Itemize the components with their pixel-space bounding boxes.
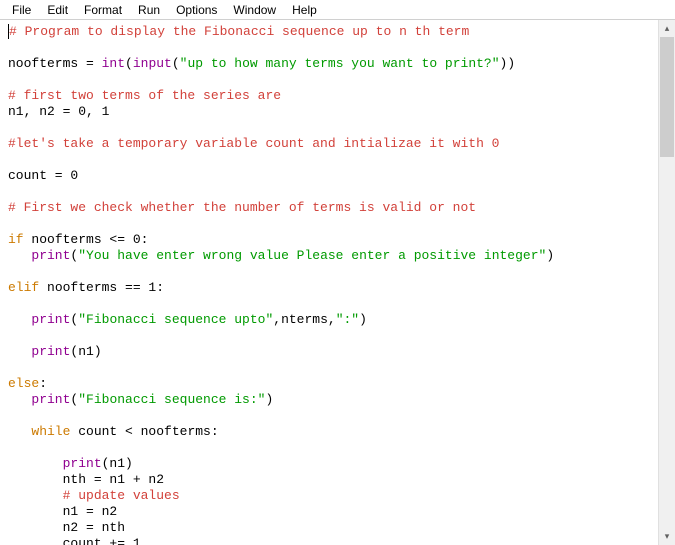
code-indent [8,472,63,487]
code-string: "Fibonacci sequence is:" [78,392,265,407]
code-text: ) [359,312,367,327]
code-text: ,nterms, [273,312,335,327]
menu-window[interactable]: Window [225,2,284,18]
code-text: n1, n2 = 0, 1 [8,104,109,119]
code-text: = [86,56,102,71]
code-indent [8,456,63,471]
code-indent [8,536,63,545]
code-builtin: print [31,312,70,327]
scroll-up-arrow-icon[interactable]: ▴ [659,20,675,37]
code-comment: # First we check whether the number of t… [8,200,476,215]
code-comment: #let's take a temporary variable count a… [8,136,499,151]
code-comment: # first two terms of the series are [8,88,281,103]
code-text: ) [546,248,554,263]
code-text: n1 = n2 [63,504,118,519]
code-builtin: input [133,56,172,71]
menu-format[interactable]: Format [76,2,130,18]
code-builtin: print [31,344,70,359]
menu-run[interactable]: Run [130,2,168,18]
code-indent [8,392,31,407]
code-comment: # update values [63,488,180,503]
code-text: count = 0 [8,168,78,183]
code-keyword: if [8,232,24,247]
code-string: "Fibonacci sequence upto" [78,312,273,327]
code-comment: # Program to display the Fibonacci seque… [9,24,469,39]
code-editor[interactable]: # Program to display the Fibonacci seque… [0,20,658,545]
code-text: noofterms [8,56,86,71]
code-builtin: print [63,456,102,471]
code-text: count += 1 [63,536,141,545]
code-indent [8,248,31,263]
code-text: ) [265,392,273,407]
code-keyword: else [8,376,39,391]
code-text: nth = n1 + n2 [63,472,164,487]
code-text: count < noofterms: [70,424,218,439]
code-text: )) [500,56,516,71]
menu-file[interactable]: File [4,2,39,18]
scroll-down-arrow-icon[interactable]: ▾ [659,528,675,545]
code-text: ( [125,56,133,71]
code-keyword: while [31,424,70,439]
menu-options[interactable]: Options [168,2,225,18]
code-text: n2 = nth [63,520,125,535]
menu-help[interactable]: Help [284,2,325,18]
code-builtin: int [102,56,125,71]
editor-area: # Program to display the Fibonacci seque… [0,20,675,545]
code-text: noofterms == 1: [39,280,164,295]
code-indent [8,344,31,359]
code-indent [8,520,63,535]
menubar: File Edit Format Run Options Window Help [0,0,675,20]
code-builtin: print [31,392,70,407]
code-text: ( [172,56,180,71]
code-string: "You have enter wrong value Please enter… [78,248,546,263]
menu-edit[interactable]: Edit [39,2,76,18]
code-string: "up to how many terms you want to print?… [180,56,500,71]
code-indent [8,504,63,519]
code-indent [8,312,31,327]
scroll-thumb[interactable] [660,37,674,157]
code-text: noofterms <= 0: [24,232,149,247]
code-text: : [39,376,47,391]
code-text: (n1) [102,456,133,471]
code-builtin: print [31,248,70,263]
code-string: ":" [336,312,359,327]
code-indent [8,488,63,503]
vertical-scrollbar[interactable]: ▴ ▾ [658,20,675,545]
code-text: (n1) [70,344,101,359]
code-indent [8,424,31,439]
code-keyword: elif [8,280,39,295]
